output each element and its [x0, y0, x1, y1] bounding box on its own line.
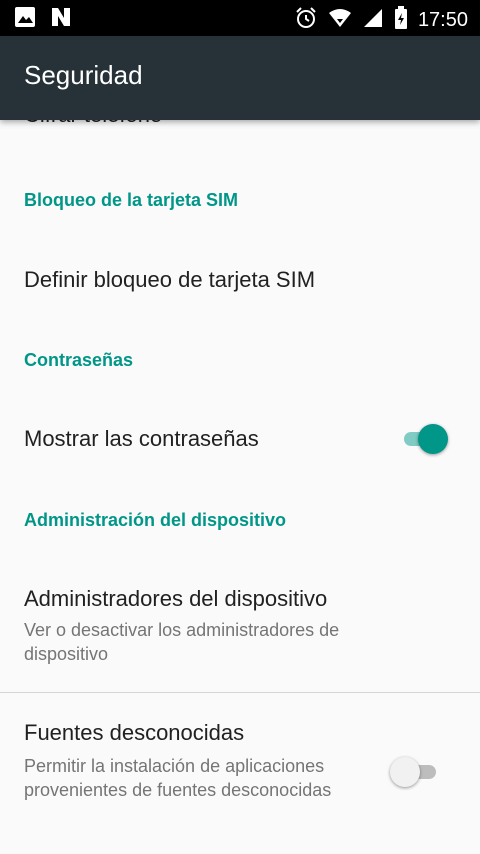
settings-list[interactable]: Cifrar teléfono Bloqueo de la tarjeta SI… — [0, 120, 480, 854]
list-item-unknown-sources[interactable]: Fuentes desconocidas Permitir la instala… — [0, 710, 480, 840]
list-item-label: Administradores del dispositivo — [24, 586, 328, 611]
list-item-label: Fuentes desconocidas — [24, 720, 245, 745]
list-item-encrypt-phone[interactable]: Cifrar teléfono — [24, 120, 162, 128]
section-header-device-admin: Administración del dispositivo — [24, 510, 287, 530]
unknown-sources-toggle[interactable] — [390, 756, 440, 788]
list-item-sim-lock[interactable]: Definir bloqueo de tarjeta SIM — [0, 240, 480, 320]
list-item-device-admins[interactable]: Administradores del dispositivo Ver o de… — [0, 570, 480, 690]
toggle-thumb — [418, 424, 448, 454]
n-notification-icon — [50, 6, 72, 32]
app-bar: Seguridad — [0, 36, 480, 120]
clock: 17:50 — [417, 9, 468, 31]
toggle-thumb — [390, 757, 420, 787]
wifi-icon — [328, 7, 352, 33]
status-bar: 17:50 — [0, 0, 480, 36]
list-item-show-passwords[interactable]: Mostrar las contraseñas — [0, 400, 480, 480]
section-header-passwords: Contraseñas — [24, 350, 134, 370]
section-header-sim: Bloqueo de la tarjeta SIM — [24, 190, 239, 210]
alarm-icon — [294, 6, 318, 34]
image-icon — [14, 6, 36, 32]
signal-icon — [362, 7, 384, 33]
list-item-summary: Ver o desactivar los administradores de … — [24, 620, 340, 664]
list-item-label: Mostrar las contraseñas — [24, 426, 259, 451]
battery-icon — [394, 6, 408, 34]
list-item-summary: Permitir la instalación de aplicaciones … — [24, 756, 332, 800]
list-item-label: Definir bloqueo de tarjeta SIM — [24, 267, 316, 292]
page-title: Seguridad — [24, 60, 143, 90]
divider — [0, 692, 480, 693]
show-passwords-toggle[interactable] — [398, 423, 448, 455]
